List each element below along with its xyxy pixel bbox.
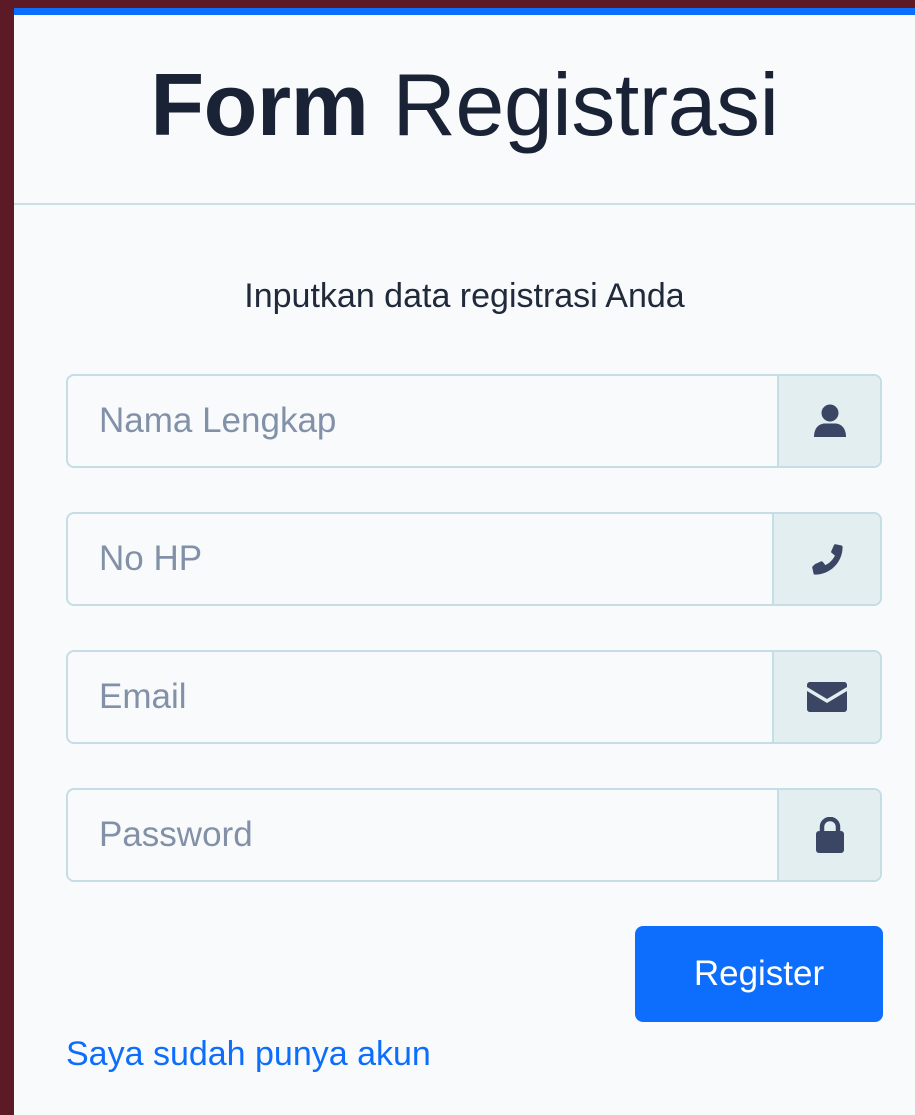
lock-icon: [815, 817, 844, 853]
form-subtitle: Inputkan data registrasi Anda: [244, 277, 685, 315]
page-title-light: Registrasi: [392, 55, 779, 154]
phone-group: [66, 512, 882, 606]
full-name-input[interactable]: [68, 376, 777, 466]
user-icon: [813, 404, 846, 437]
full-name-addon: [777, 376, 880, 466]
page-title-bold: Form: [150, 55, 369, 154]
card-header: Form Registrasi: [14, 15, 915, 205]
email-input[interactable]: [68, 652, 772, 742]
password-input[interactable]: [68, 790, 777, 880]
full-name-group: [66, 374, 882, 468]
password-group: [66, 788, 882, 882]
email-group: [66, 650, 882, 744]
phone-icon: [812, 544, 843, 575]
password-addon: [777, 790, 880, 880]
envelope-icon: [807, 682, 847, 712]
register-button[interactable]: Register: [635, 926, 883, 1022]
page-title: Form Registrasi: [150, 54, 779, 156]
phone-input[interactable]: [68, 514, 772, 604]
phone-addon: [772, 514, 880, 604]
login-link[interactable]: Saya sudah punya akun: [66, 1035, 431, 1074]
registration-card: Form Registrasi Inputkan data registrasi…: [14, 8, 915, 1115]
email-addon: [772, 652, 880, 742]
